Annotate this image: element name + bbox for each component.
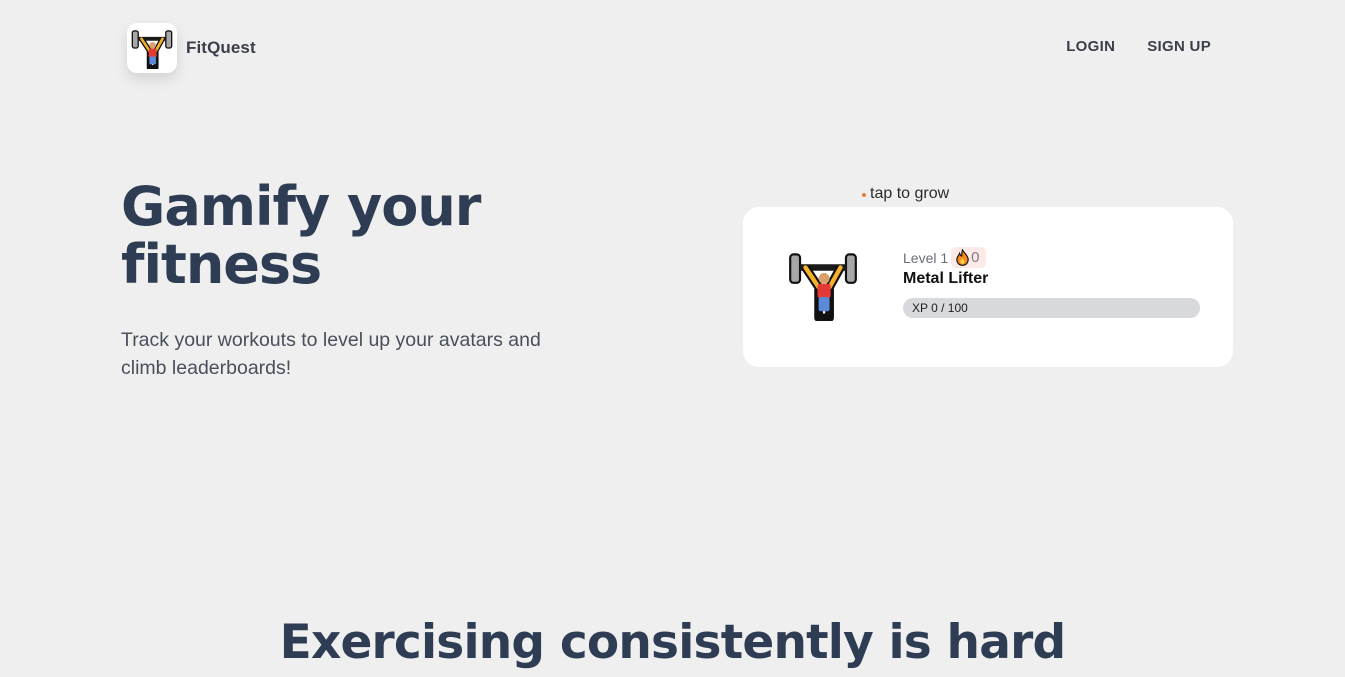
- weightlifter-icon: [789, 253, 857, 323]
- fire-icon: [956, 249, 969, 266]
- landing-page: FitQuest LOGIN SIGN UP Gamify your fitne…: [0, 0, 1345, 677]
- xp-progress-bar: XP 0 / 100: [903, 298, 1200, 318]
- avatar-card[interactable]: Level 1 0 Metal Lifter XP 0 / 100: [743, 207, 1233, 367]
- brand-home-link[interactable]: FitQuest: [127, 23, 256, 73]
- hint-dot-icon: [862, 193, 866, 197]
- hero-title: Gamify your fitness: [121, 175, 481, 296]
- streak-badge: 0: [951, 247, 986, 268]
- xp-text: XP 0 / 100: [912, 301, 968, 315]
- tap-hint-text: tap to grow: [870, 185, 950, 202]
- avatar-info: Level 1 0 Metal Lifter XP 0 / 100: [903, 247, 1200, 318]
- avatar-name: Metal Lifter: [903, 270, 989, 287]
- avatar[interactable]: [788, 249, 858, 325]
- level-label: Level 1: [903, 249, 949, 266]
- login-link[interactable]: LOGIN: [1066, 38, 1115, 55]
- brand-name: FitQuest: [186, 38, 256, 57]
- logo: [127, 23, 177, 73]
- tap-hint: tap to grow: [862, 185, 949, 203]
- streak-count: 0: [971, 249, 980, 266]
- hero-subtitle: Track your workouts to level up your ava…: [121, 329, 541, 379]
- level-row: Level 1 0: [903, 247, 1200, 268]
- section-title: Exercising consistently is hard: [279, 615, 1067, 670]
- top-nav: LOGIN SIGN UP: [1066, 38, 1211, 55]
- signup-link[interactable]: SIGN UP: [1147, 38, 1211, 55]
- weightlifter-icon: [131, 30, 173, 69]
